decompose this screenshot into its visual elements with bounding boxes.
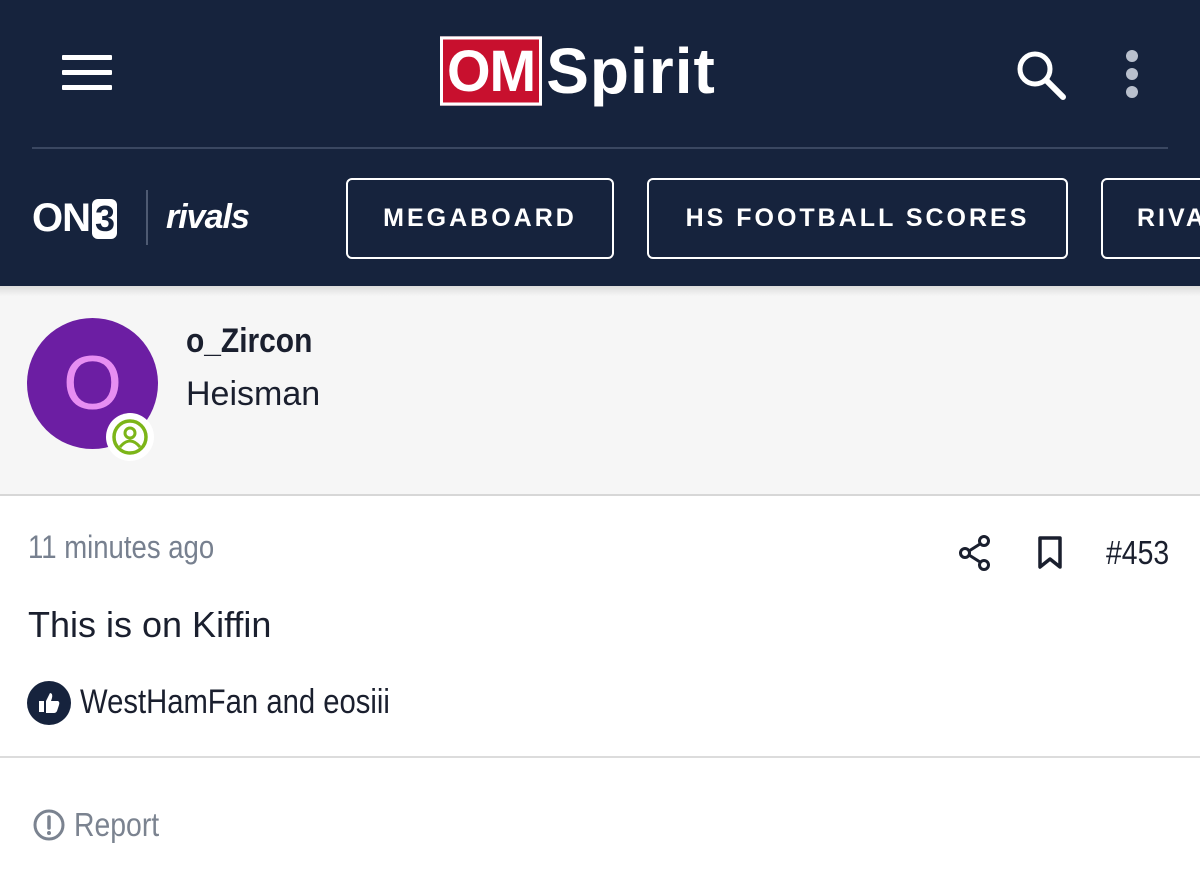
report-label: Report xyxy=(74,806,160,843)
on3-logo[interactable]: ON 3 xyxy=(32,196,118,241)
on3-prefix: ON xyxy=(32,196,91,240)
post-author-title: Heisman xyxy=(186,375,321,413)
brand-separator xyxy=(146,190,148,245)
rivals-logo[interactable]: rivals xyxy=(166,198,250,237)
nav-button-hs-football-scores[interactable]: HS FOOTBALL SCORES xyxy=(647,178,1068,259)
post-number-link[interactable]: #453 xyxy=(1106,534,1169,572)
header-divider xyxy=(32,147,1168,149)
share-icon[interactable] xyxy=(958,534,992,572)
alert-circle-icon xyxy=(33,809,65,841)
post-timestamp[interactable]: 11 minutes ago xyxy=(28,529,214,566)
thumbs-up-icon xyxy=(27,681,71,725)
bookmark-icon[interactable] xyxy=(1036,534,1064,572)
nav-button-rivals-truncated[interactable]: RIVA xyxy=(1101,178,1200,259)
logo-om: OM xyxy=(440,36,543,106)
header-shadow xyxy=(0,286,1200,296)
site-logo[interactable]: OM Spirit xyxy=(440,36,716,106)
online-user-icon xyxy=(106,413,154,461)
hamburger-menu-icon[interactable] xyxy=(62,55,112,91)
reaction-users[interactable]: WestHamFan and eosiii xyxy=(80,683,390,722)
post-body-text: This is on Kiffin xyxy=(28,604,272,645)
post-divider xyxy=(0,756,1200,758)
post-author-card xyxy=(0,286,1200,496)
search-icon[interactable] xyxy=(1014,48,1068,102)
logo-spirit: Spirit xyxy=(546,35,716,107)
post-author-username[interactable]: o_Zircon xyxy=(186,322,312,361)
report-button[interactable]: Report xyxy=(32,806,173,844)
on3-digit: 3 xyxy=(92,198,118,239)
nav-button-megaboard[interactable]: MEGABOARD xyxy=(346,178,614,259)
vertical-dots-icon[interactable] xyxy=(1120,50,1144,100)
